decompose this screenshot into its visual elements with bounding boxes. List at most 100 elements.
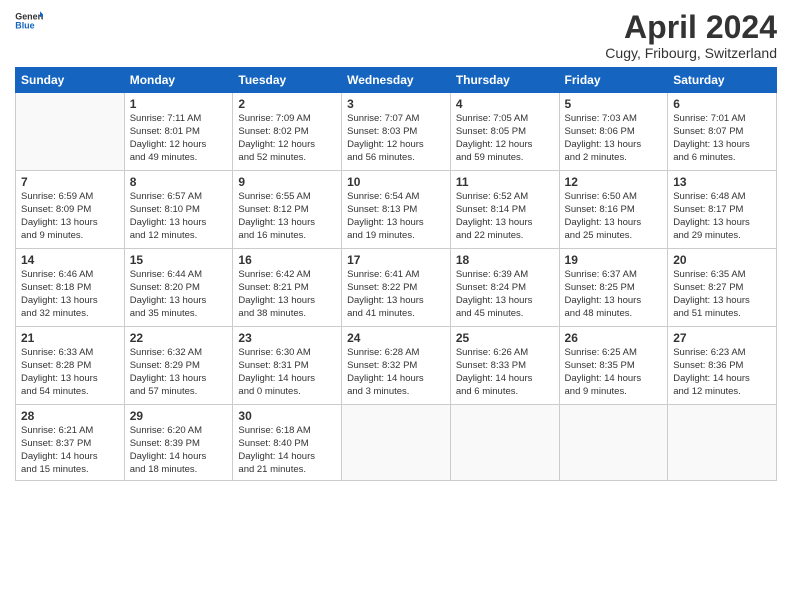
day-number: 12 [565,175,663,189]
month-title: April 2024 [605,10,777,45]
cell-info: Sunrise: 6:33 AMSunset: 8:28 PMDaylight:… [21,347,119,398]
calendar-cell: 11 Sunrise: 6:52 AMSunset: 8:14 PMDayligh… [450,171,559,249]
location: Cugy, Fribourg, Switzerland [605,45,777,61]
calendar-cell: 22 Sunrise: 6:32 AMSunset: 8:29 PMDayligh… [124,327,233,405]
calendar-cell: 28Sunrise: 6:21 AMSunset: 8:37 PMDayligh… [16,405,125,481]
calendar-cell: 20 Sunrise: 6:35 AMSunset: 8:27 PMDayligh… [668,249,777,327]
cell-info: Sunrise: 6:48 AMSunset: 8:17 PMDaylight:… [673,191,771,242]
day-number: 10 [347,175,445,189]
cell-info: Sunrise: 6:28 AMSunset: 8:32 PMDaylight:… [347,347,445,398]
day-number: 23 [238,331,336,345]
day-number: 27 [673,331,771,345]
title-block: April 2024 Cugy, Fribourg, Switzerland [605,10,777,61]
cell-info: Sunrise: 6:37 AMSunset: 8:25 PMDaylight:… [565,269,663,320]
day-number: 5 [565,97,663,111]
day-number: 19 [565,253,663,267]
calendar-cell: 12 Sunrise: 6:50 AMSunset: 8:16 PMDayligh… [559,171,668,249]
calendar-week-1: 7 Sunrise: 6:59 AMSunset: 8:09 PMDaylight… [16,171,777,249]
cell-info: Sunrise: 6:20 AMSunset: 8:39 PMDaylight:… [130,425,228,476]
calendar-cell: 3 Sunrise: 7:07 AMSunset: 8:03 PMDaylight… [342,93,451,171]
day-number: 30 [238,409,336,423]
main-container: General Blue April 2024 Cugy, Fribourg, … [0,0,792,491]
cell-info: Sunrise: 6:46 AMSunset: 8:18 PMDaylight:… [21,269,119,320]
cell-info: Sunrise: 6:35 AMSunset: 8:27 PMDaylight:… [673,269,771,320]
day-number: 13 [673,175,771,189]
calendar-week-3: 21 Sunrise: 6:33 AMSunset: 8:28 PMDayligh… [16,327,777,405]
calendar-cell: 8Sunrise: 6:57 AMSunset: 8:10 PMDaylight… [124,171,233,249]
cell-info: Sunrise: 6:52 AMSunset: 8:14 PMDaylight:… [456,191,554,242]
day-number: 3 [347,97,445,111]
day-number: 4 [456,97,554,111]
col-sunday: Sunday [16,68,125,93]
cell-info: Sunrise: 7:05 AMSunset: 8:05 PMDaylight:… [456,113,554,164]
cell-info: Sunrise: 6:55 AMSunset: 8:12 PMDaylight:… [238,191,336,242]
cell-info: Sunrise: 6:25 AMSunset: 8:35 PMDaylight:… [565,347,663,398]
calendar-cell: 27Sunrise: 6:23 AMSunset: 8:36 PMDayligh… [668,327,777,405]
calendar-cell: 18 Sunrise: 6:39 AMSunset: 8:24 PMDayligh… [450,249,559,327]
day-number: 20 [673,253,771,267]
calendar-cell: 10 Sunrise: 6:54 AMSunset: 8:13 PMDayligh… [342,171,451,249]
cell-info: Sunrise: 7:03 AMSunset: 8:06 PMDaylight:… [565,113,663,164]
calendar-cell [559,405,668,481]
calendar-cell: 7 Sunrise: 6:59 AMSunset: 8:09 PMDaylight… [16,171,125,249]
cell-info: Sunrise: 6:41 AMSunset: 8:22 PMDaylight:… [347,269,445,320]
day-number: 24 [347,331,445,345]
day-number: 15 [130,253,228,267]
calendar-cell [16,93,125,171]
calendar-cell: 25Sunrise: 6:26 AMSunset: 8:33 PMDayligh… [450,327,559,405]
day-number: 25 [456,331,554,345]
cell-info: Sunrise: 7:01 AMSunset: 8:07 PMDaylight:… [673,113,771,164]
calendar-cell: 1Sunrise: 7:11 AMSunset: 8:01 PMDaylight… [124,93,233,171]
calendar-week-0: 1Sunrise: 7:11 AMSunset: 8:01 PMDaylight… [16,93,777,171]
cell-info: Sunrise: 7:09 AMSunset: 8:02 PMDaylight:… [238,113,336,164]
cell-info: Sunrise: 6:54 AMSunset: 8:13 PMDaylight:… [347,191,445,242]
day-number: 9 [238,175,336,189]
cell-info: Sunrise: 6:57 AMSunset: 8:10 PMDaylight:… [130,191,228,242]
day-number: 1 [130,97,228,111]
col-friday: Friday [559,68,668,93]
day-number: 16 [238,253,336,267]
day-number: 18 [456,253,554,267]
header-row: Sunday Monday Tuesday Wednesday Thursday… [16,68,777,93]
day-number: 11 [456,175,554,189]
header: General Blue April 2024 Cugy, Fribourg, … [15,10,777,61]
cell-info: Sunrise: 6:59 AMSunset: 8:09 PMDaylight:… [21,191,119,242]
cell-info: Sunrise: 6:50 AMSunset: 8:16 PMDaylight:… [565,191,663,242]
calendar-cell: 19 Sunrise: 6:37 AMSunset: 8:25 PMDayligh… [559,249,668,327]
cell-info: Sunrise: 6:30 AMSunset: 8:31 PMDaylight:… [238,347,336,398]
calendar-cell: 6 Sunrise: 7:01 AMSunset: 8:07 PMDaylight… [668,93,777,171]
day-number: 17 [347,253,445,267]
day-number: 21 [21,331,119,345]
calendar-cell: 26 Sunrise: 6:25 AMSunset: 8:35 PMDayligh… [559,327,668,405]
cell-info: Sunrise: 6:32 AMSunset: 8:29 PMDaylight:… [130,347,228,398]
calendar-cell: 2 Sunrise: 7:09 AMSunset: 8:02 PMDaylight… [233,93,342,171]
col-monday: Monday [124,68,233,93]
calendar-cell [450,405,559,481]
calendar-cell: 29Sunrise: 6:20 AMSunset: 8:39 PMDayligh… [124,405,233,481]
calendar-cell: 4 Sunrise: 7:05 AMSunset: 8:05 PMDaylight… [450,93,559,171]
calendar-cell: 23 Sunrise: 6:30 AMSunset: 8:31 PMDayligh… [233,327,342,405]
cell-info: Sunrise: 6:39 AMSunset: 8:24 PMDaylight:… [456,269,554,320]
logo-icon: General Blue [15,10,43,32]
day-number: 7 [21,175,119,189]
calendar-week-2: 14Sunrise: 6:46 AMSunset: 8:18 PMDayligh… [16,249,777,327]
col-thursday: Thursday [450,68,559,93]
day-number: 22 [130,331,228,345]
col-saturday: Saturday [668,68,777,93]
calendar-cell: 9 Sunrise: 6:55 AMSunset: 8:12 PMDaylight… [233,171,342,249]
day-number: 2 [238,97,336,111]
calendar-cell [342,405,451,481]
col-wednesday: Wednesday [342,68,451,93]
cell-info: Sunrise: 6:18 AMSunset: 8:40 PMDaylight:… [238,425,336,476]
cell-info: Sunrise: 7:07 AMSunset: 8:03 PMDaylight:… [347,113,445,164]
day-number: 6 [673,97,771,111]
calendar-cell [668,405,777,481]
col-tuesday: Tuesday [233,68,342,93]
logo: General Blue [15,10,43,32]
cell-info: Sunrise: 6:42 AMSunset: 8:21 PMDaylight:… [238,269,336,320]
day-number: 26 [565,331,663,345]
calendar-cell: 30 Sunrise: 6:18 AMSunset: 8:40 PMDayligh… [233,405,342,481]
calendar-cell: 16 Sunrise: 6:42 AMSunset: 8:21 PMDayligh… [233,249,342,327]
cell-info: Sunrise: 6:44 AMSunset: 8:20 PMDaylight:… [130,269,228,320]
calendar-cell: 21 Sunrise: 6:33 AMSunset: 8:28 PMDayligh… [16,327,125,405]
